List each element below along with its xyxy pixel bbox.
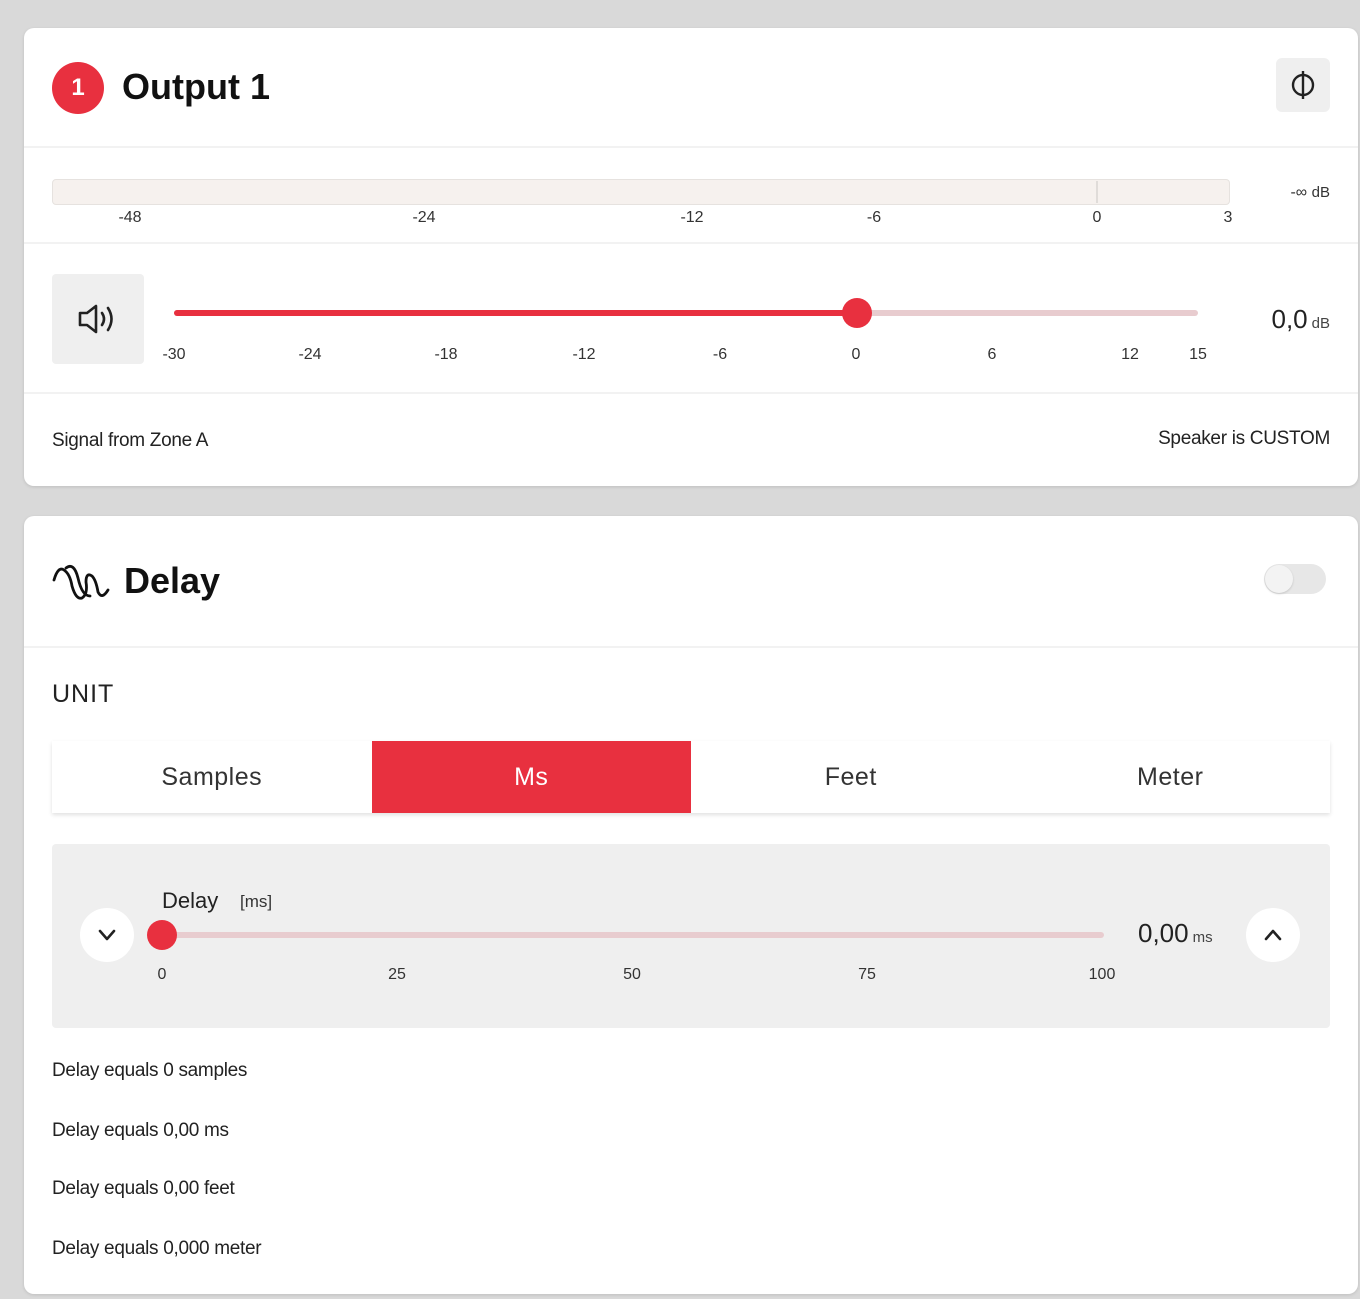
output-number-badge: 1 (52, 62, 104, 114)
volume-tick: -30 (162, 346, 186, 363)
volume-tick: 6 (987, 346, 997, 363)
divider (24, 146, 1358, 148)
delay-slider-label: Delay (162, 888, 219, 913)
divider (24, 242, 1358, 244)
volume-tick: -6 (712, 346, 728, 363)
volume-tick: -24 (298, 346, 322, 363)
level-meter (52, 179, 1230, 205)
volume-fill (174, 310, 857, 316)
meter-tick: 3 (1223, 209, 1233, 226)
delay-tick: 100 (1088, 966, 1116, 983)
chevron-up-icon (1264, 929, 1282, 941)
delay-tick: 50 (623, 966, 641, 983)
unit-selector: Samples Ms Feet Meter (52, 741, 1330, 813)
delay-equals-feet: Delay equals 0,00 feet (52, 1178, 235, 1199)
delay-wave-icon (52, 564, 110, 600)
volume-value-unit: dB (1311, 315, 1330, 332)
delay-value: 0,00 ms (1138, 918, 1213, 949)
delay-tick: 0 (157, 966, 167, 983)
volume-thumb[interactable] (841, 298, 872, 328)
delay-slider-unit: [ms] (240, 892, 273, 911)
divider (24, 646, 1358, 648)
delay-value-unit: ms (1192, 929, 1213, 946)
phase-invert-icon (1291, 71, 1315, 99)
volume-tick: -12 (572, 346, 596, 363)
unit-option-meter[interactable]: Meter (1011, 741, 1331, 813)
meter-tick: 0 (1092, 209, 1102, 226)
toggle-knob (1265, 565, 1293, 593)
delay-increase-button[interactable] (1246, 908, 1300, 962)
output-card: 1 Output 1 -48 -24 -12 -6 0 3 -∞ dB -30 -… (24, 28, 1358, 486)
unit-option-samples[interactable]: Samples (52, 741, 372, 813)
mute-button[interactable] (52, 274, 144, 364)
divider (24, 392, 1358, 394)
delay-track[interactable] (162, 932, 1104, 938)
meter-readout-unit: dB (1311, 184, 1330, 201)
meter-tick: -24 (412, 209, 436, 226)
volume-tick: -18 (434, 346, 458, 363)
unit-option-feet[interactable]: Feet (691, 741, 1011, 813)
delay-thumb[interactable] (147, 920, 177, 950)
delay-tick: 75 (858, 966, 876, 983)
unit-option-ms[interactable]: Ms (371, 741, 691, 813)
speaker-icon (78, 304, 113, 334)
meter-tick: -12 (680, 209, 704, 226)
delay-tick: 25 (388, 966, 406, 983)
meter-tick: -6 (866, 209, 882, 226)
volume-value-number: 0,0 (1271, 304, 1308, 334)
delay-decrease-button[interactable] (80, 908, 134, 962)
volume-tick: 12 (1121, 346, 1139, 363)
output-title: Output 1 (122, 66, 270, 107)
delay-equals-samples: Delay equals 0 samples (52, 1060, 248, 1081)
delay-value-number: 0,00 (1138, 918, 1189, 948)
chevron-down-icon (98, 929, 116, 941)
volume-tick: 15 (1189, 346, 1207, 363)
signal-source-text: Signal from Zone A (52, 430, 209, 451)
volume-tick: 0 (851, 346, 861, 363)
delay-card: Delay UNIT Samples Ms Feet Meter Delay [… (24, 516, 1358, 1294)
delay-equals-ms: Delay equals 0,00 ms (52, 1120, 229, 1141)
meter-zero-marker (1096, 181, 1098, 203)
meter-tick: -48 (118, 209, 142, 226)
meter-readout: -∞ dB (1290, 184, 1330, 202)
delay-title: Delay (124, 560, 221, 601)
delay-slider-panel: Delay [ms] 0 25 50 75 100 0,00 ms (52, 844, 1330, 1028)
delay-enable-toggle[interactable] (1264, 564, 1326, 594)
unit-label: UNIT (52, 680, 115, 708)
meter-readout-value: -∞ (1290, 184, 1308, 201)
speaker-type-text: Speaker is CUSTOM (1158, 428, 1330, 449)
phase-invert-button[interactable] (1276, 58, 1330, 112)
volume-value: 0,0 dB (1271, 304, 1330, 335)
delay-equals-meter: Delay equals 0,000 meter (52, 1238, 262, 1259)
